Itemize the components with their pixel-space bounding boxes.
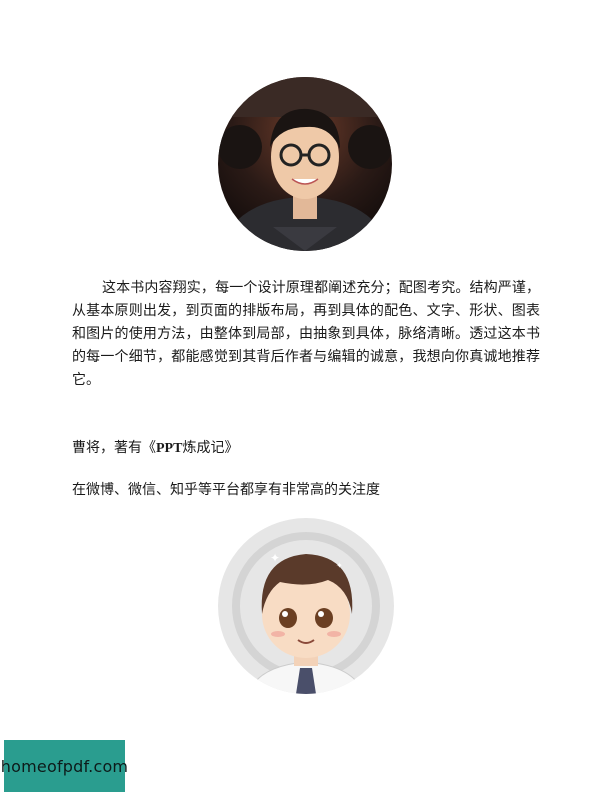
- author-prefix: 曹将，著有《: [72, 440, 156, 456]
- author-attribution: 曹将，著有《PPT炼成记》: [72, 437, 540, 460]
- review-paragraph: 这本书内容翔实，每一个设计原理都阐述充分；配图考究。结构严谨，从基本原则出发，到…: [72, 280, 540, 388]
- svg-text:✦: ✦: [270, 551, 280, 565]
- author-description: 在微博、微信、知乎等平台都享有非常高的关注度: [72, 482, 380, 498]
- author-cartoon-image: ✦ ✦: [218, 518, 394, 694]
- author-cartoon-avatar: ✦ ✦: [218, 518, 394, 694]
- reviewer-photo: [218, 77, 392, 251]
- homeofpdf-watermark[interactable]: homeofpdf.com: [1, 740, 128, 792]
- svg-text:✦: ✦: [336, 561, 343, 570]
- book-title-bold: PPT: [156, 441, 183, 456]
- reviewer-photo-image: [218, 77, 392, 251]
- book-title-rest: 炼成记》: [182, 440, 239, 456]
